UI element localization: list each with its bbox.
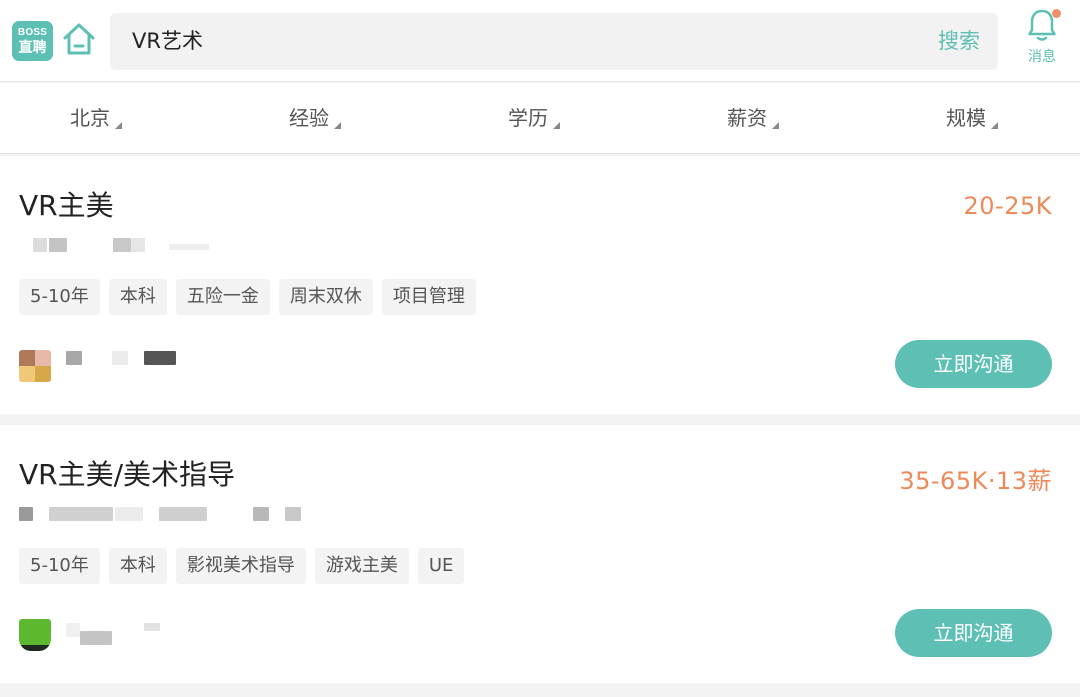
messages-button[interactable]: 消息: [1018, 8, 1066, 74]
dropdown-arrow-icon: [334, 122, 341, 129]
job-salary: 35-65K·13薪: [899, 467, 1052, 495]
blur-block: [253, 507, 269, 521]
job-tag: 项目管理: [381, 279, 476, 315]
job-tag: 游戏主美: [314, 548, 409, 584]
job-card[interactable]: VR主美/美术指导 35-65K·13薪 5-10年 本科 影视美术指导 游戏主…: [0, 425, 1080, 683]
blur-block: [131, 238, 145, 252]
filter-label: 北京: [70, 106, 110, 130]
company-info-blurred: [19, 238, 319, 256]
job-tag: 5-10年: [19, 279, 100, 315]
company-logo: [19, 350, 51, 382]
blur-block: [49, 507, 113, 521]
home-icon[interactable]: [60, 20, 98, 58]
job-salary: 20-25K: [963, 192, 1052, 220]
top-bar: BOSS 直聘 VR艺术 搜索 消息: [0, 0, 1080, 82]
job-tag: 本科: [108, 279, 167, 315]
filter-experience[interactable]: 经验: [289, 83, 341, 154]
blur-block: [66, 351, 82, 365]
search-bar[interactable]: VR艺术 搜索: [110, 13, 998, 70]
recruiter-info-blurred: [66, 623, 366, 645]
search-button[interactable]: 搜索: [938, 13, 980, 70]
chat-now-button[interactable]: 立即沟通: [895, 609, 1052, 657]
blur-block: [19, 507, 33, 521]
blur-block: [159, 507, 207, 521]
unread-dot: [1052, 9, 1061, 18]
filter-bar: 北京 经验 学历 薪资 规模: [0, 83, 1080, 154]
dropdown-arrow-icon: [553, 122, 560, 129]
filter-label: 薪资: [727, 106, 767, 130]
filter-label: 经验: [289, 106, 329, 130]
job-title: VR主美: [19, 189, 114, 222]
blur-block: [115, 507, 143, 521]
job-tag: 本科: [108, 548, 167, 584]
dropdown-arrow-icon: [772, 122, 779, 129]
recruiter-info-blurred: [66, 351, 366, 369]
job-tags: 5-10年 本科 影视美术指导 游戏主美 UE: [19, 548, 473, 584]
logo-text-bottom: 直聘: [18, 39, 47, 55]
dropdown-arrow-icon: [991, 122, 998, 129]
company-logo: [19, 619, 51, 651]
search-input[interactable]: VR艺术: [132, 13, 892, 70]
blur-block: [80, 631, 112, 645]
filter-education[interactable]: 学历: [508, 83, 560, 154]
filter-salary[interactable]: 薪资: [727, 83, 779, 154]
blur-block: [285, 507, 301, 521]
dropdown-arrow-icon: [115, 122, 122, 129]
blur-block: [169, 244, 209, 250]
blur-block: [144, 623, 160, 631]
blur-block: [112, 351, 128, 365]
filter-city[interactable]: 北京: [70, 83, 122, 154]
blur-block: [49, 238, 67, 252]
job-card[interactable]: VR主美 20-25K 5-10年 本科 五险一金 周末双休 项目管理 立即沟通: [0, 156, 1080, 414]
logo-text-top: BOSS: [17, 27, 48, 38]
messages-label: 消息: [1028, 49, 1056, 65]
job-tag: 五险一金: [175, 279, 270, 315]
job-tag: 周末双休: [278, 279, 373, 315]
blur-block: [113, 238, 131, 252]
job-tag: UE: [417, 548, 465, 584]
chat-now-button[interactable]: 立即沟通: [895, 340, 1052, 388]
filter-label: 学历: [508, 106, 548, 130]
blur-block: [66, 623, 80, 637]
blur-block: [144, 351, 176, 365]
filter-company-size[interactable]: 规模: [946, 83, 998, 154]
company-info-blurred: [19, 507, 339, 525]
boss-logo[interactable]: BOSS 直聘: [12, 21, 53, 61]
job-tag: 5-10年: [19, 548, 100, 584]
blur-block: [33, 238, 47, 252]
job-tags: 5-10年 本科 五险一金 周末双休 项目管理: [19, 279, 485, 315]
job-tag: 影视美术指导: [175, 548, 306, 584]
filter-label: 规模: [946, 106, 986, 130]
job-title: VR主美/美术指导: [19, 458, 236, 491]
